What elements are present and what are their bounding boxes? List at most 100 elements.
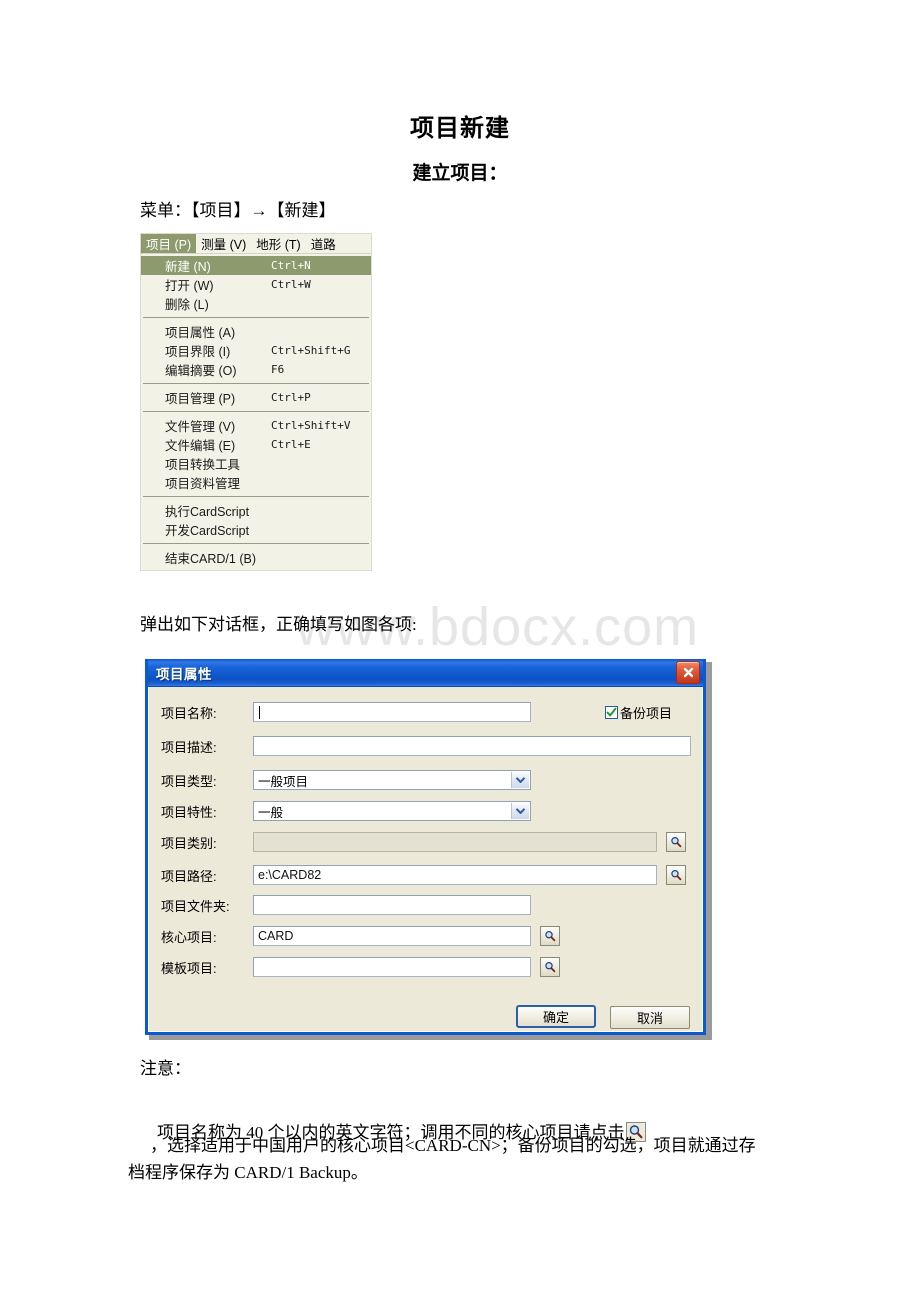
template-project-input[interactable] bbox=[253, 957, 531, 977]
menu-item-4-0[interactable]: 执行CardScript bbox=[141, 501, 371, 520]
menu-item-shortcut: Ctrl+Shift+G bbox=[271, 344, 351, 357]
checkbox-icon[interactable] bbox=[605, 706, 618, 719]
control-project-category bbox=[253, 832, 686, 852]
menu-item-label: 文件编辑 (E) bbox=[165, 439, 236, 453]
menu-item-0-1[interactable]: 打开 (W) Ctrl+W bbox=[141, 275, 371, 294]
menubar-item-3[interactable]: 道路 bbox=[306, 234, 341, 253]
dialog-titlebar: 项目属性 bbox=[148, 659, 703, 687]
project-menu-dropdown: 新建 (N) Ctrl+N 打开 (W) Ctrl+W 删除 (L) 项目属性 (A) 项目… bbox=[141, 254, 371, 570]
menu-item-shortcut: Ctrl+Shift+V bbox=[271, 419, 351, 432]
label-project-feature: 项目特性: bbox=[161, 804, 217, 820]
menu-item-3-2[interactable]: 项目转换工具 bbox=[141, 454, 371, 473]
menubar-item-2[interactable]: 地形 (T) bbox=[251, 234, 305, 253]
note-title: 注意： bbox=[140, 1059, 191, 1078]
chevron-down-icon[interactable] bbox=[511, 772, 529, 788]
menu-separator bbox=[143, 543, 369, 544]
core-project-input[interactable]: CARD bbox=[253, 926, 531, 946]
chevron-down-icon[interactable] bbox=[511, 803, 529, 819]
menubar-item-label: 地形 (T) bbox=[256, 238, 301, 252]
label-project-type: 项目类型: bbox=[161, 773, 217, 789]
control-project-folder bbox=[253, 895, 531, 915]
control-project-name bbox=[253, 702, 531, 722]
label-project-folder: 项目文件夹: bbox=[161, 898, 230, 914]
menu-item-1-0[interactable]: 项目属性 (A) bbox=[141, 322, 371, 341]
field-row-project-desc: 项目描述: bbox=[161, 735, 691, 757]
browse-core-project-button[interactable] bbox=[540, 926, 560, 946]
text-caret bbox=[259, 705, 260, 719]
label-project-desc: 项目描述: bbox=[161, 739, 217, 755]
menu-item-4-1[interactable]: 开发CardScript bbox=[141, 520, 371, 539]
control-template-project bbox=[253, 957, 560, 977]
dialog-body: 项目名称: 备份项目 项目描述: 项目类型: 一般项目 项目特性: 一般 项目类… bbox=[148, 687, 703, 1032]
menu-item-shortcut: Ctrl+E bbox=[271, 438, 311, 451]
menu-item-1-2[interactable]: 编辑摘要 (O) F6 bbox=[141, 360, 371, 379]
project-type-select[interactable]: 一般项目 bbox=[253, 770, 531, 790]
control-project-type: 一般项目 bbox=[253, 770, 531, 790]
project-desc-input[interactable] bbox=[253, 736, 691, 756]
menu-item-3-0[interactable]: 文件管理 (V) Ctrl+Shift+V bbox=[141, 416, 371, 435]
note-line-2: ，选择适用于中国用户的核心项目<CARD-CN>；备份项目的勾选，项目就通过存 bbox=[150, 1136, 756, 1155]
field-row-project-category: 项目类别: bbox=[161, 831, 686, 853]
menu-item-label: 删除 (L) bbox=[165, 298, 209, 312]
menu-item-3-3[interactable]: 项目资料管理 bbox=[141, 473, 371, 492]
menu-separator bbox=[143, 317, 369, 318]
menubar-item-label: 道路 bbox=[310, 238, 336, 252]
menu-item-label: 项目转换工具 bbox=[165, 458, 241, 472]
menu-item-label: 开发CardScript bbox=[165, 524, 250, 538]
field-row-project-feature: 项目特性: 一般 bbox=[161, 800, 531, 822]
menu-item-label: 项目属性 (A) bbox=[165, 326, 236, 340]
menu-item-label: 打开 (W) bbox=[165, 279, 214, 293]
browse-template-project-button[interactable] bbox=[540, 957, 560, 977]
dialog-lead-paragraph: 弹出如下对话框，正确填写如图各项: bbox=[140, 615, 417, 634]
menubar-item-1[interactable]: 测量 (V) bbox=[196, 234, 251, 253]
menu-item-label: 新建 (N) bbox=[165, 260, 211, 274]
menu-item-1-1[interactable]: 项目界限 (I) Ctrl+Shift+G bbox=[141, 341, 371, 360]
field-row-project-type: 项目类型: 一般项目 bbox=[161, 769, 531, 791]
menu-separator bbox=[143, 411, 369, 412]
label-project-category: 项目类别: bbox=[161, 835, 217, 851]
browse-path-button[interactable] bbox=[666, 865, 686, 885]
note-line-3: 档程序保存为 CARD/1 Backup。 bbox=[128, 1163, 368, 1182]
menu-item-3-1[interactable]: 文件编辑 (E) Ctrl+E bbox=[141, 435, 371, 454]
page-title: 项目新建 bbox=[410, 116, 510, 142]
menu-separator bbox=[143, 383, 369, 384]
menu-item-label: 项目资料管理 bbox=[165, 477, 241, 491]
project-type-value: 一般项目 bbox=[258, 774, 309, 789]
backup-project-checkbox-row[interactable]: 备份项目 bbox=[605, 703, 672, 722]
menu-item-5-0[interactable]: 结束CARD/1 (B) bbox=[141, 548, 371, 567]
field-row-project-folder: 项目文件夹: bbox=[161, 894, 531, 916]
backup-project-label: 备份项目 bbox=[620, 706, 673, 721]
menu-item-label: 编辑摘要 (O) bbox=[165, 364, 237, 378]
project-category-input[interactable] bbox=[253, 832, 657, 852]
field-row-template-project: 模板项目: bbox=[161, 956, 560, 978]
project-folder-input[interactable] bbox=[253, 895, 531, 915]
menu-item-shortcut: Ctrl+N bbox=[271, 259, 311, 272]
menu-item-label: 结束CARD/1 (B) bbox=[165, 552, 256, 566]
menu-item-shortcut: Ctrl+W bbox=[271, 278, 311, 291]
project-name-input[interactable] bbox=[253, 702, 531, 722]
browse-category-button[interactable] bbox=[666, 832, 686, 852]
field-row-project-path: 项目路径: e:\CARD82 bbox=[161, 864, 686, 886]
ok-button[interactable]: 确定 bbox=[516, 1005, 596, 1028]
menu-item-label: 项目管理 (P) bbox=[165, 392, 236, 406]
menubar-item-0[interactable]: 项目 (P) bbox=[141, 234, 197, 253]
project-path-input[interactable]: e:\CARD82 bbox=[253, 865, 657, 885]
menubar: 项目 (P) 测量 (V) 地形 (T) 道路 bbox=[141, 234, 371, 254]
menu-item-0-2[interactable]: 删除 (L) bbox=[141, 294, 371, 313]
menu-item-shortcut: Ctrl+P bbox=[271, 391, 311, 404]
field-row-core-project: 核心项目: CARD bbox=[161, 925, 560, 947]
menubar-item-label: 项目 (P) bbox=[146, 238, 192, 252]
project-feature-select[interactable]: 一般 bbox=[253, 801, 531, 821]
cancel-button[interactable]: 取消 bbox=[610, 1006, 690, 1029]
menu-path-paragraph: 菜单：【项目】→【新建】 bbox=[140, 201, 336, 220]
page-subtitle: 建立项目： bbox=[412, 163, 508, 184]
document-page: www.bdocx.com 项目新建 建立项目： 菜单：【项目】→【新建】 项目… bbox=[0, 0, 920, 1302]
close-icon[interactable] bbox=[676, 661, 700, 684]
menu-separator bbox=[143, 496, 369, 497]
menu-item-0-0[interactable]: 新建 (N) Ctrl+N bbox=[141, 256, 371, 275]
label-project-name: 项目名称: bbox=[161, 705, 217, 721]
label-project-path: 项目路径: bbox=[161, 868, 217, 884]
field-row-project-name: 项目名称: bbox=[161, 701, 531, 723]
menu-item-2-0[interactable]: 项目管理 (P) Ctrl+P bbox=[141, 388, 371, 407]
project-feature-value: 一般 bbox=[258, 805, 284, 820]
